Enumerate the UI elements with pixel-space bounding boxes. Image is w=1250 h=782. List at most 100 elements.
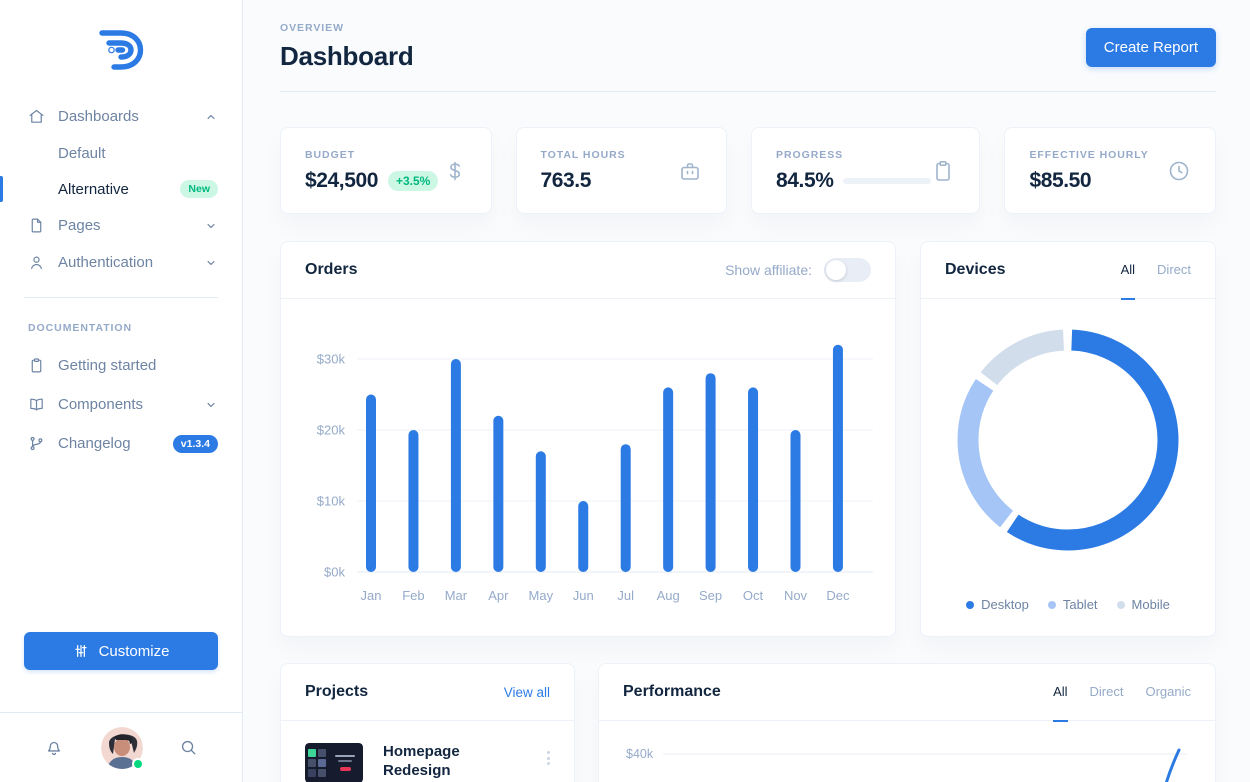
tab-direct[interactable]: Direct [1090,664,1124,722]
home-icon [28,108,45,125]
customize-button[interactable]: Customize [24,632,218,670]
legend-dot [966,600,975,609]
sidebar-item-label: Authentication [58,254,154,271]
stat-label: TOTAL HOURS [540,148,626,161]
sidebar-item-label: Pages [58,217,101,234]
performance-line-chart: $40k [626,747,1187,782]
stat-label: BUDGET [305,148,356,161]
stat-label: EFFECTIVE HOURLY [1029,148,1149,161]
svg-text:$0k: $0k [324,565,345,580]
toggle-knob [826,260,846,280]
devices-donut-chart [957,329,1179,551]
svg-text:Jan: Jan [361,588,382,603]
svg-text:$10k: $10k [317,494,346,509]
sidebar-item-alternative[interactable]: Alternative New [0,171,242,207]
tab-all[interactable]: All [1053,664,1068,722]
sidebar-item-authentication[interactable]: Authentication [0,244,242,281]
sidebar-item-label: Alternative [58,180,129,198]
stat-value: $85.50 [1029,168,1092,192]
projects-card: Projects View all Homepage Redesign [280,663,575,782]
svg-text:Nov: Nov [784,588,808,603]
search-icon[interactable] [179,738,198,757]
show-affiliate-toggle[interactable] [824,258,871,282]
avatar[interactable] [100,726,144,770]
main-content: OVERVIEW Dashboard Create Report BUDGET … [243,0,1250,782]
sidebar-docs-nav: Getting started Components Changelog v1.… [0,346,242,463]
chevron-down-icon [204,256,218,270]
create-report-button[interactable]: Create Report [1085,27,1216,67]
legend-dot [1047,600,1056,609]
sidebar-item-components[interactable]: Components [0,385,242,424]
legend-dot [1116,600,1125,609]
legend-item-desktop: Desktop [966,597,1029,612]
page-header: OVERVIEW Dashboard Create Report [280,0,1216,92]
stat-card-total-hours: TOTAL HOURS 763.5 [515,127,728,214]
orders-bar-chart: $0k $10k $20k $30k Jan Feb Mar Apr May Jun Jul Aug S… [317,344,873,603]
chevron-down-icon [204,398,218,412]
delta-badge: +3.5% [387,170,439,191]
legend-item-mobile: Mobile [1116,597,1170,612]
tab-all[interactable]: All [1120,242,1136,300]
online-status-dot [131,757,144,770]
show-affiliate-label: Show affiliate: [725,262,812,278]
view-all-link[interactable]: View all [504,685,550,700]
file-icon [28,217,45,234]
svg-text:Jun: Jun [573,588,594,603]
devices-card: Devices All Direct Desktop Tablet Mobile [920,241,1216,637]
stat-value: 763.5 [540,168,592,192]
logo[interactable] [0,0,242,90]
sidebar-item-label: Components [58,396,144,413]
clipboard-icon [28,357,45,374]
git-branch-icon [28,435,45,452]
tab-organic[interactable]: Organic [1145,664,1191,722]
orders-card-title: Orders [305,261,358,278]
svg-text:Oct: Oct [743,588,764,603]
sidebar-item-pages[interactable]: Pages [0,207,242,244]
page-pretitle: OVERVIEW [280,22,344,34]
svg-text:Dec: Dec [826,588,850,603]
sidebar-item-default[interactable]: Default [0,135,242,171]
sliders-icon [73,643,89,659]
customize-label: Customize [98,642,170,660]
stat-value: 84.5% [776,168,834,192]
projects-card-title: Projects [305,683,369,700]
svg-text:Sep: Sep [699,588,722,603]
sidebar-item-label: Getting started [58,357,157,374]
sidebar-nav: Dashboards Default Alternative New Pages [0,90,242,281]
book-icon [28,396,45,413]
kebab-menu-icon[interactable] [547,743,550,765]
devices-legend: Desktop Tablet Mobile [921,597,1215,612]
sidebar-item-changelog[interactable]: Changelog v1.3.4 [0,424,242,463]
svg-text:$20k: $20k [317,423,346,438]
svg-text:$30k: $30k [317,352,346,367]
legend-item-tablet: Tablet [1047,597,1098,612]
sidebar-item-label: Dashboards [58,108,139,125]
sidebar-item-getting-started[interactable]: Getting started [0,346,242,385]
bell-icon[interactable] [44,738,64,758]
stat-card-effective-hourly: EFFECTIVE HOURLY $85.50 [1004,127,1216,214]
user-icon [28,254,45,271]
chevron-down-icon [204,219,218,233]
clock-icon [1167,159,1191,183]
progress-bar [843,177,932,184]
svg-text:Feb: Feb [402,588,424,603]
svg-text:Apr: Apr [488,588,509,603]
version-badge: v1.3.4 [172,434,218,453]
project-thumbnail [305,743,363,782]
sidebar-item-label: Changelog [58,435,131,452]
page-title: Dashboard [280,41,414,71]
sidebar-item-dashboards[interactable]: Dashboards [0,98,242,135]
svg-text:Aug: Aug [657,588,680,603]
clipboard-icon [931,159,955,183]
new-badge: New [180,180,218,198]
svg-text:May: May [529,588,554,603]
orders-card: Orders Show affiliate: $0k $10k $20k $30k Ja… [280,241,896,637]
briefcase-icon [678,159,702,183]
tab-direct[interactable]: Direct [1157,242,1191,300]
active-indicator [0,176,3,202]
svg-text:Mar: Mar [445,588,468,603]
project-list-item[interactable]: Homepage Redesign [281,721,574,782]
svg-text:Jul: Jul [617,588,634,603]
chevron-up-icon [204,110,218,124]
sidebar: Dashboards Default Alternative New Pages [0,0,243,782]
